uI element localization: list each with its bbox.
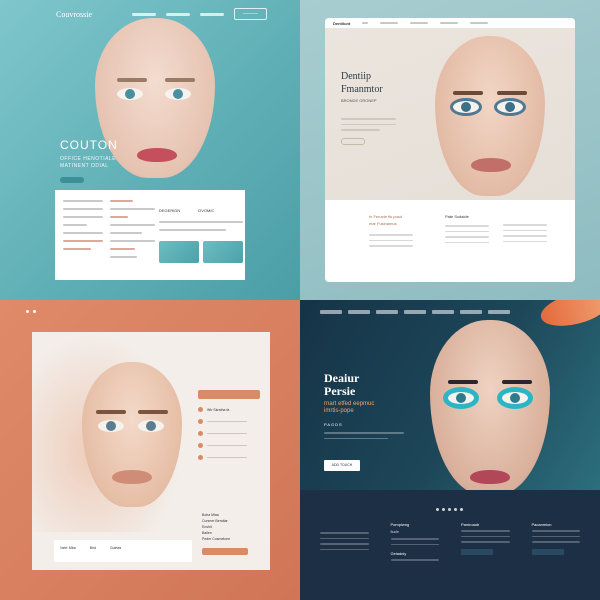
- website-mockup-teal: Couvrossie ——— COUTON OFFICE HENOTIALE M…: [0, 0, 300, 300]
- top-nav: [320, 308, 580, 316]
- nav-link[interactable]: [440, 22, 459, 24]
- menu-item[interactable]: [198, 431, 262, 436]
- footer-bar: Vaht: Mba Bird Guirtas: [54, 540, 192, 562]
- menu-header[interactable]: [198, 390, 260, 399]
- hero-cta-button[interactable]: [341, 138, 365, 145]
- nav-link[interactable]: [404, 310, 426, 314]
- website-mockup-terracotta: Wtr Skratha fa Boha Mlaa Cunmer Beraltar…: [0, 300, 300, 600]
- card-left-column: [63, 200, 103, 256]
- info-button[interactable]: [202, 548, 248, 555]
- side-menu: Wtr Skratha fa: [198, 390, 262, 490]
- hero-paragraph: [324, 432, 404, 443]
- nav-link[interactable]: [348, 310, 370, 314]
- column-heading: DEGERIDN: [159, 208, 181, 213]
- hero-section: Deaiur Persie rnart etfed eepmuc imrtis-…: [300, 300, 600, 490]
- footer-column: Paniroaub: [461, 522, 510, 565]
- top-nav: Dentilunt: [325, 18, 575, 28]
- window-dots: [26, 310, 36, 313]
- column-heading: OVOMIC: [198, 208, 215, 213]
- footer-column: [320, 522, 369, 565]
- menu-item[interactable]: Wtr Skratha fa: [198, 407, 262, 412]
- nav-link[interactable]: [380, 22, 399, 24]
- hero-label: PAGDS: [324, 422, 343, 427]
- hero-paragraph: [341, 118, 396, 135]
- footer-button[interactable]: [461, 548, 493, 555]
- website-mockup-neutral: Dentilunt Dentiip Fmanmtor BRONDE ORONEP: [300, 0, 600, 300]
- footer-item[interactable]: Guirtas: [110, 546, 121, 556]
- card-middle-column: [110, 200, 155, 264]
- hero-title: Deaiur Persie: [324, 371, 360, 398]
- menu-item[interactable]: [198, 443, 262, 448]
- menu-item[interactable]: [198, 419, 262, 424]
- carousel-pager[interactable]: [436, 508, 463, 511]
- nav-link[interactable]: [410, 22, 429, 24]
- hero-cta-button[interactable]: [60, 177, 84, 183]
- features-section: In Feructe fis posd mar Fusinamus Pate S…: [325, 200, 575, 282]
- browser-frame: Dentilunt Dentiip Fmanmtor BRONDE ORONEP: [325, 18, 575, 282]
- hero-subtitle-2: MATINENT ODIAL: [60, 163, 109, 169]
- footer-item[interactable]: Vaht: Mba: [60, 546, 76, 556]
- nav-link[interactable]: [488, 310, 510, 314]
- nav-link[interactable]: [200, 12, 224, 16]
- nav-button[interactable]: ———: [234, 8, 267, 20]
- content-card: DEGERIDN OVOMIC: [55, 190, 245, 280]
- website-mockup-navy: Deaiur Persie rnart etfed eepmuc imrtis-…: [300, 300, 600, 600]
- brand-logo[interactable]: Couvrossie: [56, 10, 92, 19]
- feature-column: Pate Scdalde: [445, 214, 489, 247]
- nav-link[interactable]: [432, 310, 454, 314]
- hero-subtitle: BRONDE ORONEP: [341, 98, 377, 103]
- nav-link[interactable]: [166, 12, 190, 16]
- browser-frame: Wtr Skratha fa Boha Mlaa Cunmer Beraltar…: [32, 332, 270, 570]
- footer-columns: Pompiwng Itucle Geladniy Paniroaub Pacan…: [320, 522, 580, 565]
- hero-subtitle: rnart etfed eepmuc imrtis-pope: [324, 401, 375, 414]
- footer-item[interactable]: Bird: [90, 546, 96, 556]
- image-tile[interactable]: [203, 241, 243, 263]
- hero-text: COUTON OFFICE HENOTIALE MATINENT ODIAL: [60, 138, 118, 183]
- nav-link[interactable]: [132, 12, 156, 16]
- info-panel: Boha Mlaa Cunmer Beraltar Enshit Ballen …: [202, 512, 262, 555]
- feature-column: [503, 214, 547, 246]
- card-right-column: DEGERIDN OVOMIC: [159, 208, 243, 263]
- nav-links: [132, 12, 224, 16]
- nav-link[interactable]: [460, 310, 482, 314]
- footer-button[interactable]: [531, 548, 564, 555]
- image-tile[interactable]: [159, 241, 199, 263]
- nav-link[interactable]: [320, 310, 342, 314]
- hero-subtitle: OFFICE HENOTIALE: [60, 156, 117, 162]
- feature-column: In Feructe fis posd mar Fusinamus: [369, 214, 413, 251]
- hero-title: Dentiip Fmanmtor: [341, 71, 383, 95]
- hero-portrait: [82, 362, 182, 512]
- menu-item[interactable]: [198, 455, 262, 460]
- footer-column: Pacanmion: [531, 522, 580, 565]
- hero-title: COUTON: [60, 138, 118, 152]
- nav-link[interactable]: [470, 22, 489, 24]
- footer-column: Pompiwng Itucle Geladniy: [390, 522, 439, 565]
- nav-link[interactable]: [362, 22, 369, 24]
- hero-cta-button[interactable]: ADD TOUCH: [324, 460, 360, 471]
- hero-portrait: [435, 36, 545, 206]
- hero-portrait: [430, 320, 550, 490]
- nav-link[interactable]: [376, 310, 398, 314]
- brand-logo[interactable]: Dentilunt: [333, 21, 350, 26]
